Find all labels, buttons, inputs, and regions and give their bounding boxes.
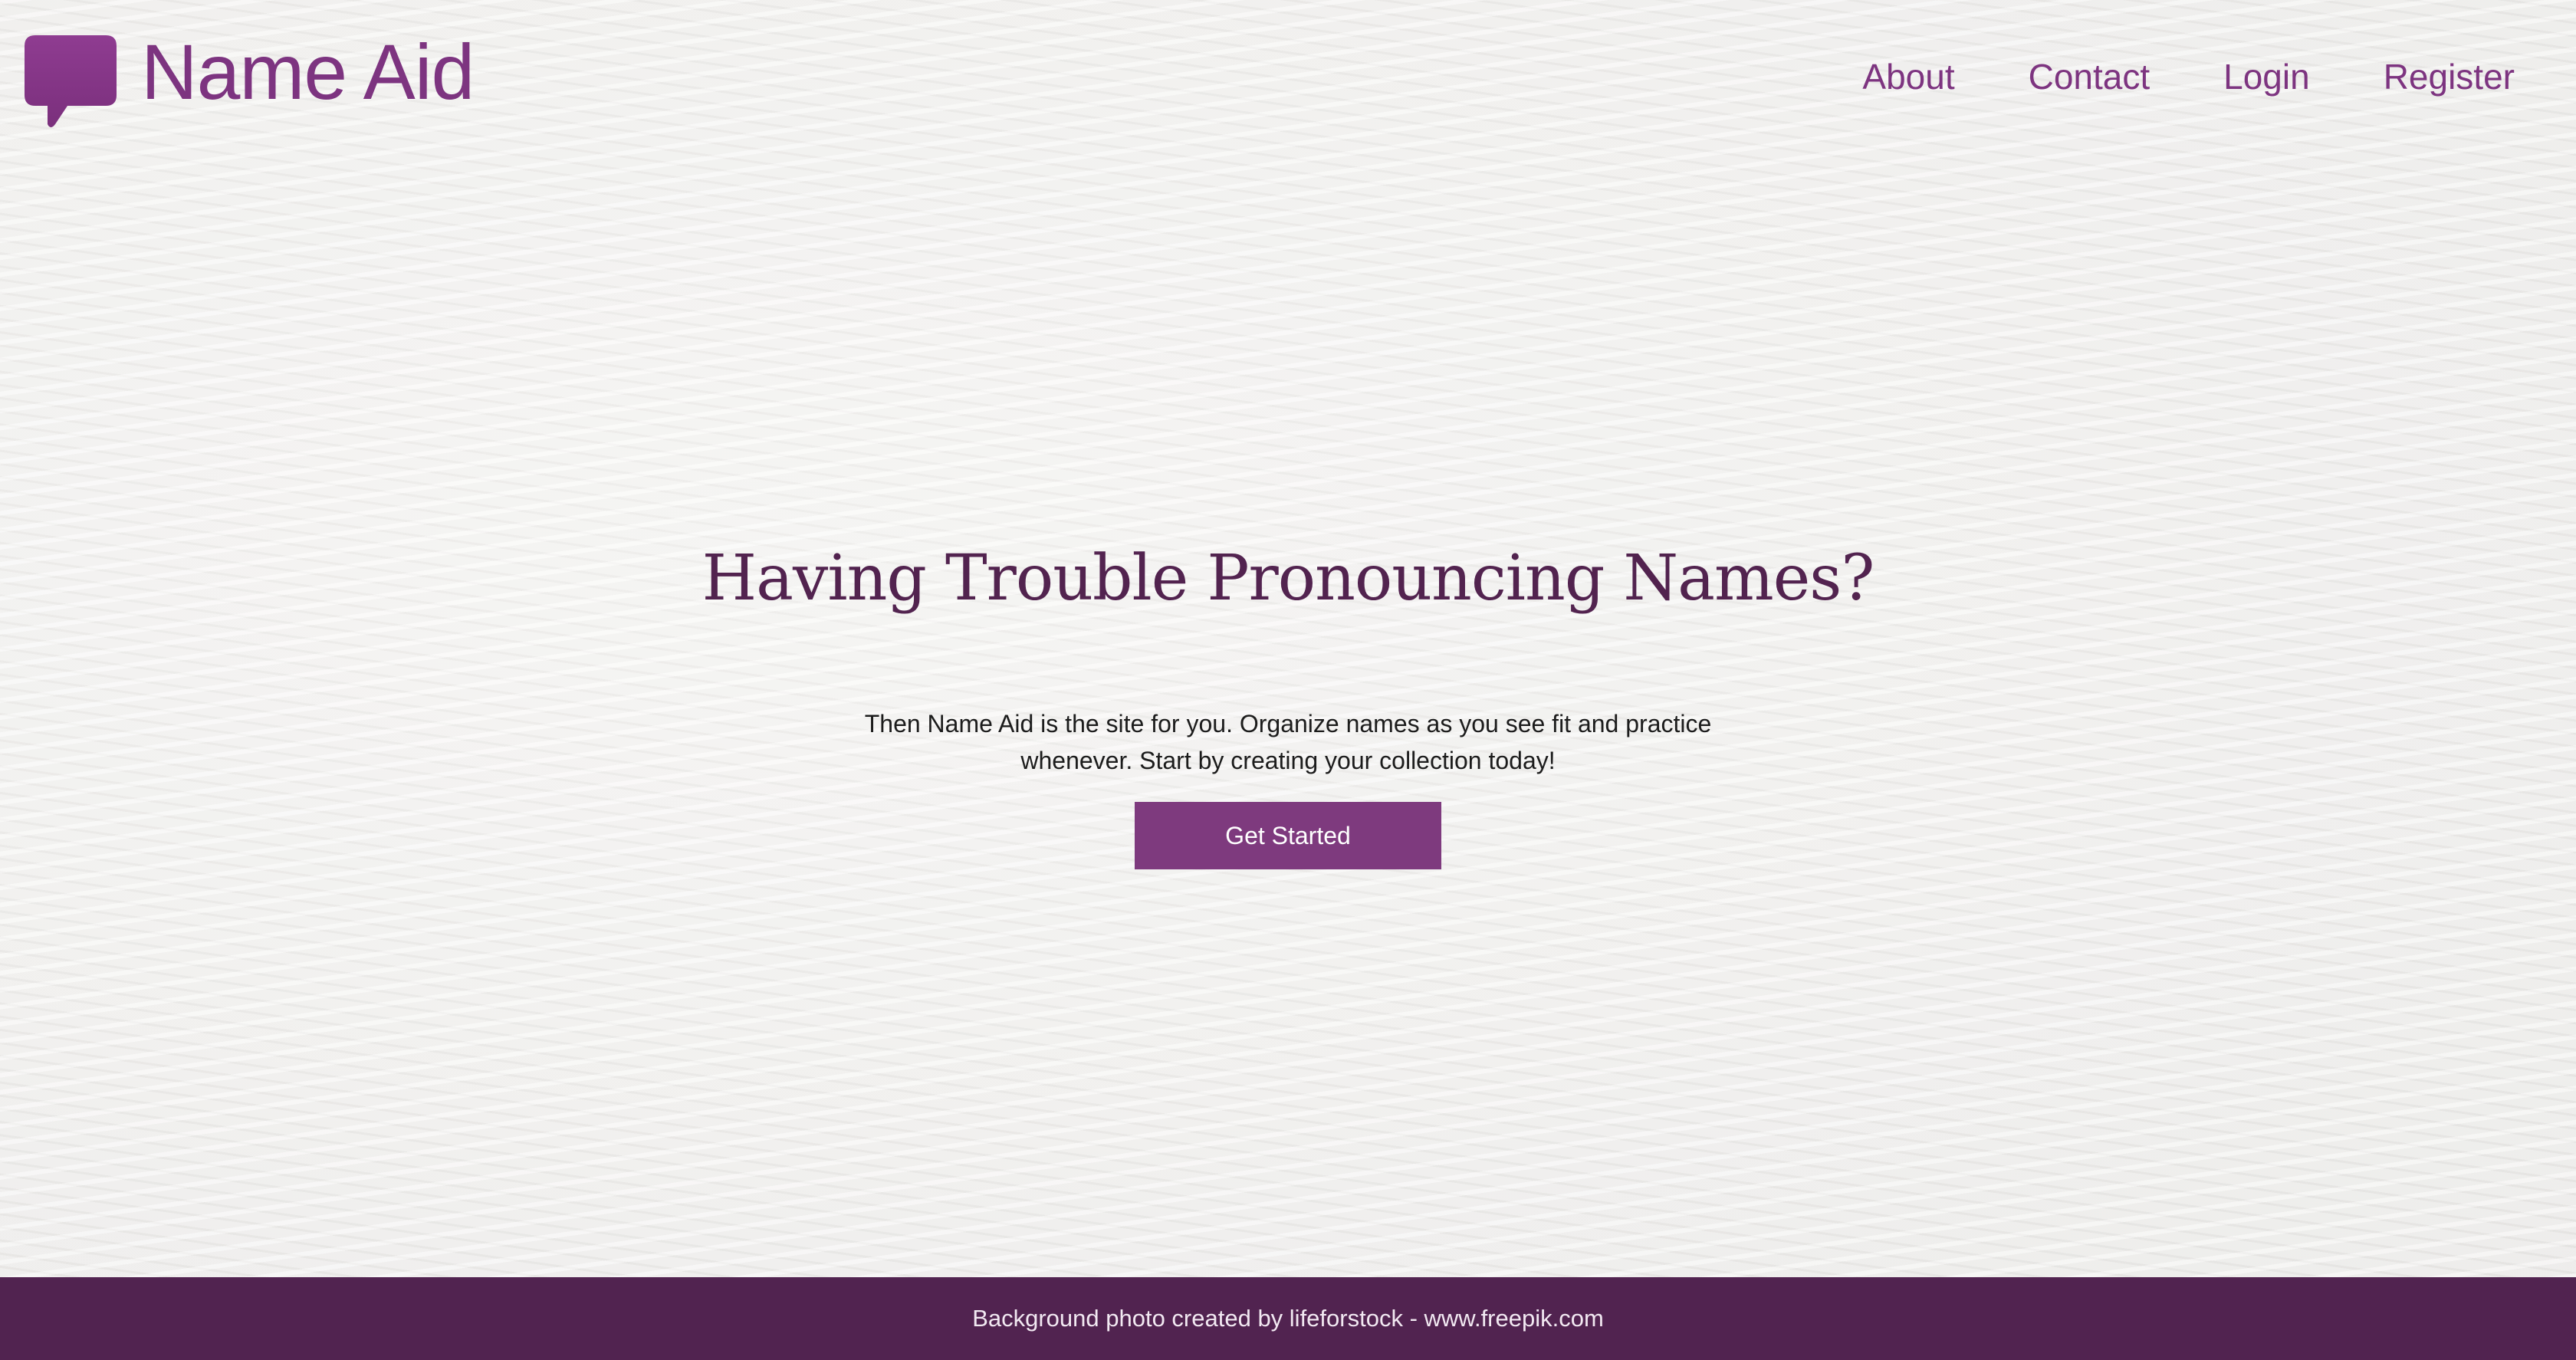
nav-link-contact[interactable]: Contact: [2029, 54, 2150, 100]
footer-credit: Background photo created by lifeforstock…: [972, 1305, 1604, 1332]
hero-section: Having Trouble Pronouncing Names? Then N…: [0, 537, 2576, 869]
site-header: Name Aid About Contact Login Register: [0, 0, 2576, 153]
main-nav: About Contact Login Register: [1789, 54, 2515, 100]
get-started-button[interactable]: Get Started: [1135, 802, 1441, 869]
speech-bubble-icon: [25, 35, 117, 127]
nav-link-about[interactable]: About: [1862, 54, 1954, 100]
hero-title: Having Trouble Pronouncing Names?: [702, 542, 1875, 615]
site-footer: Background photo created by lifeforstock…: [0, 1277, 2576, 1360]
hero-description: Then Name Aid is the site for you. Organ…: [864, 710, 1712, 774]
nav-link-register[interactable]: Register: [2384, 54, 2515, 100]
brand-name: Name Aid: [141, 28, 475, 116]
brand-logo[interactable]: Name Aid: [23, 29, 475, 141]
nav-link-login[interactable]: Login: [2223, 54, 2310, 100]
